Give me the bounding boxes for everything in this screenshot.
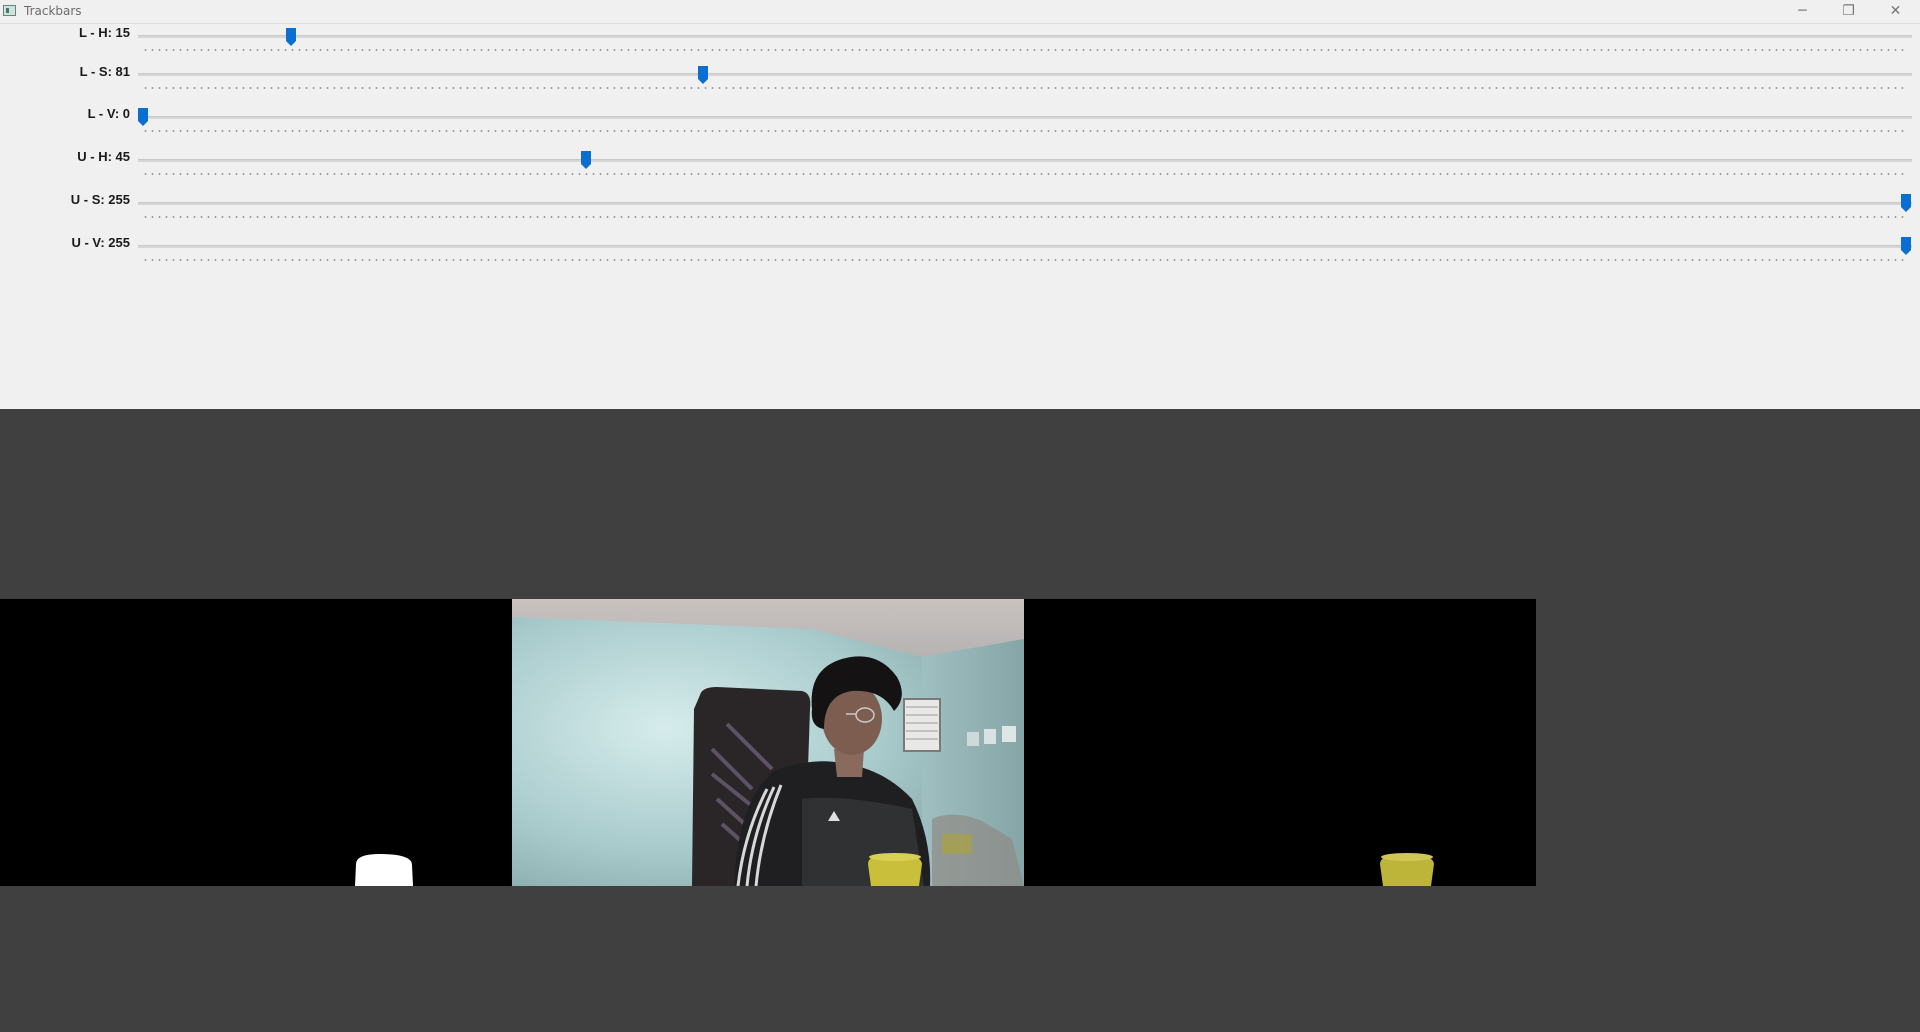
slider-ticks — [142, 216, 1908, 218]
slider-thumb-icon[interactable] — [138, 108, 148, 126]
mask-image — [0, 599, 512, 886]
window-title: Trackbars — [24, 4, 82, 18]
trackbar-label: L - S: 81 — [79, 64, 130, 79]
result-frame — [1024, 599, 1536, 886]
trackbar-label: L - V: 0 — [87, 106, 130, 121]
restore-button[interactable]: ❐ — [1826, 0, 1871, 22]
trackbar-label: L - H: 15 — [78, 25, 130, 40]
trackbar-label: U - S: 255 — [70, 192, 130, 207]
slider-ticks — [142, 130, 1908, 132]
trackbar-u-h[interactable]: U - H: 45 — [0, 149, 1920, 189]
camera-feed-frame — [512, 599, 1024, 886]
slider-thumb-icon[interactable] — [581, 151, 592, 169]
slider-groove[interactable] — [138, 35, 1912, 38]
slider-ticks — [142, 259, 1908, 261]
trackbar-label: U - H: 45 — [77, 149, 130, 164]
slider-groove[interactable] — [138, 245, 1912, 248]
trackbar-l-v[interactable]: L - V: 0 — [0, 106, 1920, 146]
slider-ticks — [142, 49, 1908, 51]
camera-image — [512, 599, 1024, 886]
close-button[interactable]: ✕ — [1873, 0, 1918, 22]
slider-groove[interactable] — [138, 73, 1912, 76]
minimize-button[interactable]: ─ — [1780, 0, 1825, 22]
trackbar-l-h[interactable]: L - H: 15 — [0, 25, 1920, 65]
trackbar-l-s[interactable]: L - S: 81 — [0, 63, 1920, 103]
slider-thumb-icon[interactable] — [1901, 237, 1911, 255]
trackbars-window: Trackbars ─ ❐ ✕ L - H: 15 L - S: 81 L - … — [0, 0, 1920, 409]
trackbar-label: U - V: 255 — [71, 235, 130, 250]
result-image — [1024, 599, 1536, 886]
slider-thumb-icon[interactable] — [1901, 194, 1911, 212]
trackbar-u-s[interactable]: U - S: 255 — [0, 192, 1920, 232]
slider-groove[interactable] — [138, 116, 1912, 119]
trackbar-u-v[interactable]: U - V: 255 — [0, 235, 1920, 275]
slider-ticks — [142, 87, 1908, 89]
slider-groove[interactable] — [138, 159, 1912, 162]
slider-thumb-icon[interactable] — [698, 66, 708, 84]
title-bar[interactable]: Trackbars ─ ❐ ✕ — [0, 0, 1920, 24]
slider-ticks — [142, 173, 1908, 175]
app-window-icon — [3, 5, 16, 16]
mask-frame — [0, 599, 512, 886]
slider-thumb-icon[interactable] — [285, 28, 296, 46]
slider-groove[interactable] — [138, 202, 1912, 205]
video-output-window — [0, 409, 1920, 1032]
